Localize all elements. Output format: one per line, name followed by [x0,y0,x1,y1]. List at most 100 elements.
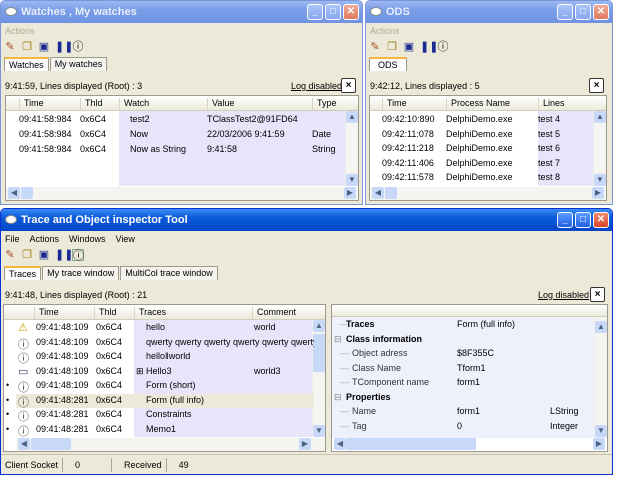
trace-window: Trace and Object inspector Tool _ □ ✕ File… [0,208,613,475]
save-icon[interactable]: ▣ [38,249,50,261]
cell-time: 09:41:48:109 [36,336,89,347]
app-icon [5,215,17,224]
minimize-button[interactable]: _ [307,4,323,20]
info-icon[interactable]: ⓘ [72,249,84,262]
property-value: form1 [457,406,481,416]
cell-trace: hello [146,322,166,332]
ods-grid: Time Process Name Lines ▲ ▼ ◀ ▶ 09:42:10:890… [369,95,607,201]
status-bar: Client Socket 0 Received 49 [1,454,612,474]
tab-my-watches[interactable]: My watches [49,57,108,71]
watches-window: Watches , My watches _ □ ✕ Actions ✎ ❐ ▣ ❚❚ ⓘ … [0,0,363,205]
clear-filter-button[interactable]: × [341,78,356,93]
menu-actions[interactable]: Actions [30,234,60,244]
cell-process-name: DelphiDemo.exe [446,157,513,168]
trace-title-bar[interactable]: Trace and Object inspector Tool _ □ ✕ [1,209,612,231]
ods-title-bar[interactable]: ODS _ □ ✕ [366,1,612,23]
close-button[interactable]: ✕ [343,4,359,20]
col-type[interactable]: Type [312,98,337,110]
row-bullet: • [6,380,10,390]
cell-time: 09:42:11:406 [382,157,434,168]
cell-process-name: DelphiDemo.exe [446,128,513,139]
maximize-button[interactable]: □ [575,212,591,228]
property-value: Tform1 [457,362,486,373]
cell-time: 09:41:48:109 [36,365,89,376]
vertical-scrollbar[interactable]: ▲ ▼ [594,317,607,437]
cell-watch: Now [130,129,149,139]
tab-multicol-trace-window[interactable]: MultiCol trace window [120,266,218,280]
menu-windows[interactable]: Windows [69,234,106,244]
cell-thid: 0x6C4 [96,409,123,419]
maximize-button[interactable]: □ [325,4,341,20]
minimize-button[interactable]: _ [557,4,573,20]
cell-lines: test 8 [538,172,561,182]
tab-watches[interactable]: Watches [4,57,49,71]
property-name: Properties [346,391,391,402]
horizontal-scrollbar[interactable]: ◀ ▶ [332,438,607,451]
property-name: Class Name [352,362,402,373]
toolbar: ✎ ❐ ▣ ❚❚ ⓘ [4,41,84,53]
save-icon[interactable]: ▣ [403,41,415,53]
client-socket-label: Client Socket [5,459,59,470]
menu-file[interactable]: File [5,234,20,244]
cell-thid: 0x6C4 [80,114,107,124]
cell-trace: qwerty qwerty qwerty qwerty qwerty qwert… [146,336,314,347]
cell-comment: world [254,322,276,332]
col-watch[interactable]: Watch [119,98,149,110]
col-time[interactable]: Time [19,98,44,110]
tab-ods[interactable]: ODS [369,57,407,71]
vertical-scrollbar[interactable]: ▲ ▼ [345,111,358,186]
log-disabled-link[interactable]: Log disabled [538,290,589,300]
watches-title-bar[interactable]: Watches , My watches _ □ ✕ [1,1,362,23]
col-value[interactable]: Value [207,98,234,110]
clear-filter-button[interactable]: × [589,78,604,93]
cell-time: 09:42:11:218 [382,143,434,153]
save-icon[interactable]: ▣ [38,41,50,53]
col-thid[interactable]: Thld [94,307,117,319]
log-disabled-link[interactable]: Log disabled [291,81,342,91]
col-time[interactable]: Time [382,98,407,110]
col-lines[interactable]: Lines [538,98,565,110]
tab-my-trace-window[interactable]: My trace window [42,266,120,280]
vertical-scrollbar[interactable]: ▲ ▼ [593,111,606,186]
horizontal-scrollbar[interactable]: ◀ ▶ [370,187,606,200]
clear-icon[interactable]: ✎ [369,41,381,53]
cell-thid: 0x6C4 [96,351,123,361]
app-icon [370,7,382,16]
col-process-name[interactable]: Process Name [446,98,510,110]
cell-thid: 0x6C4 [80,144,107,154]
menu-actions[interactable]: Actions [370,26,400,36]
clear-icon[interactable]: ✎ [4,41,16,53]
copy-icon[interactable]: ❐ [386,41,398,53]
horizontal-scrollbar[interactable]: ◀ ▶ [16,438,325,451]
property-value: form1 [457,377,481,387]
watches-grid: Time Thld Watch Value Type ▲ ▼ ◀ ▶ 09:41:58:98… [5,95,359,201]
maximize-button[interactable]: □ [575,4,591,20]
clear-filter-button[interactable]: × [590,287,605,302]
clear-icon[interactable]: ✎ [4,249,16,261]
property-type: LString [550,406,579,416]
col-comment[interactable]: Comment [252,307,296,319]
menu-actions[interactable]: Actions [5,26,35,36]
info-icon[interactable]: ⓘ [437,41,449,53]
pause-icon[interactable]: ❚❚ [55,41,73,53]
menu-view[interactable]: View [116,234,135,244]
pause-icon[interactable]: ❚❚ [55,249,73,261]
col-traces[interactable]: Traces [134,307,166,319]
property-name: Name [352,406,377,416]
minimize-button[interactable]: _ [557,212,573,228]
info-icon: ⓘ [18,425,29,438]
pause-icon[interactable]: ❚❚ [420,41,438,53]
horizontal-scrollbar[interactable]: ◀ ▶ [6,187,358,200]
tab-traces[interactable]: Traces [4,266,42,280]
col-time[interactable]: Time [34,307,59,319]
cell-value: 9:41:58 [207,144,238,154]
info-icon[interactable]: ⓘ [72,41,84,53]
cell-time: 09:42:11:078 [382,128,434,139]
close-button[interactable]: ✕ [593,212,609,228]
copy-icon[interactable]: ❐ [21,249,33,261]
copy-icon[interactable]: ❐ [21,41,33,53]
status-text: 9:42:12, Lines displayed : 5 [370,81,480,91]
col-thid[interactable]: Thld [80,98,103,110]
cell-thid: 0x6C4 [96,394,123,405]
close-button[interactable]: ✕ [593,4,609,20]
